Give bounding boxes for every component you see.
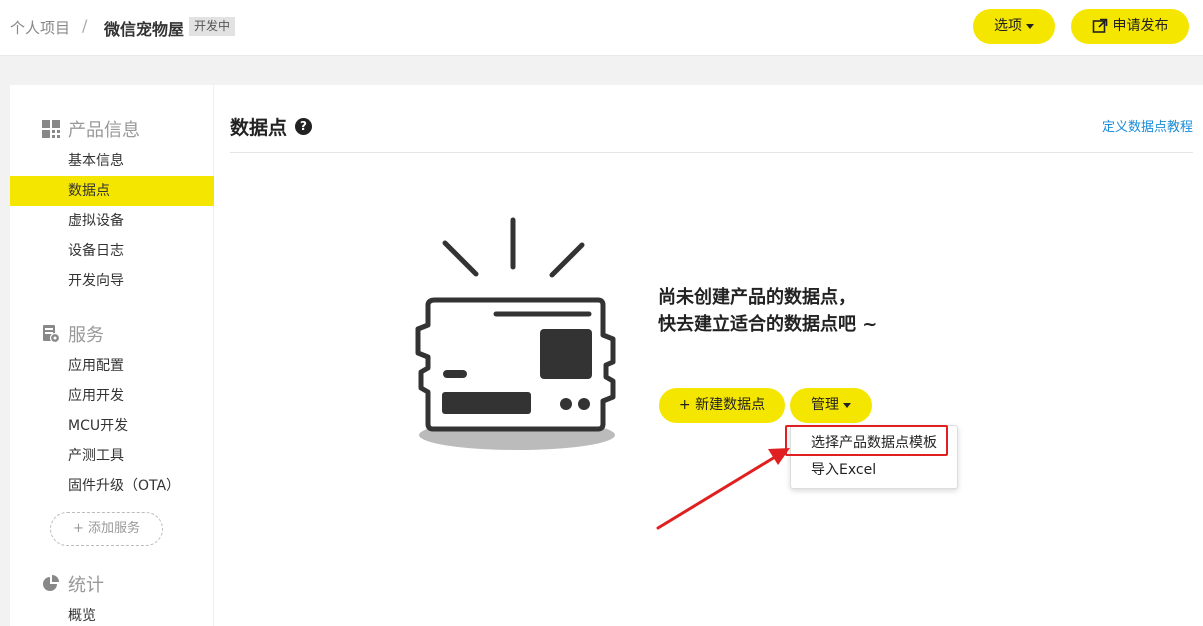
publish-button[interactable]: 申请发布 (1071, 9, 1189, 44)
empty-device-illustration (415, 217, 616, 450)
sidebar-item-production-test[interactable]: 产测工具 (10, 441, 214, 471)
help-icon[interactable]: ? (295, 118, 313, 135)
manage-button[interactable]: 管理 (790, 388, 872, 423)
section-product-info: 产品信息 (42, 116, 140, 142)
external-link-icon (1092, 18, 1107, 33)
grid-icon (42, 120, 60, 138)
sidebar-item-virtual-device[interactable]: 虚拟设备 (10, 206, 214, 236)
publish-button-label: 申请发布 (1112, 18, 1169, 34)
status-badge: 开发中 (189, 17, 236, 36)
sidebar-item-app-config[interactable]: 应用配置 (10, 351, 214, 381)
top-bar: 个人项目 / 微信宠物屋 开发中 选项 申请发布 (0, 0, 1203, 56)
breadcrumb-personal-projects[interactable]: 个人项目 (10, 17, 70, 38)
section-title: 统计 (68, 575, 104, 596)
options-button-label: 选项 (994, 18, 1022, 34)
new-datapoint-button[interactable]: + 新建数据点 (659, 388, 785, 423)
page-title: 数据点 ? (230, 113, 313, 140)
menu-item-import-excel[interactable]: 导入Excel (791, 457, 957, 484)
section-statistics: 统计 (42, 571, 104, 597)
project-name: 微信宠物屋 (104, 20, 185, 39)
sidebar: 产品信息 基本信息 数据点 虚拟设备 设备日志 开发向导 服务 应用配置 应用开… (10, 85, 214, 626)
pie-chart-icon (42, 575, 60, 593)
sidebar-item-ota[interactable]: 固件升级（OTA） (10, 471, 214, 501)
add-service-button[interactable]: + 添加服务 (50, 512, 163, 546)
empty-state-line2: 快去建立适合的数据点吧 ~ (658, 314, 878, 335)
sidebar-item-overview[interactable]: 概览 (10, 601, 214, 626)
section-title: 服务 (68, 325, 104, 346)
breadcrumb-separator: / (82, 16, 88, 35)
sidebar-item-mcu-dev[interactable]: MCU开发 (10, 411, 214, 441)
service-icon (42, 325, 60, 343)
page-title-text: 数据点 (230, 117, 288, 139)
main-content: 数据点 ? 定义数据点教程 尚未创建产品的数据点， 快去建立适合的数据点吧 ~ … (230, 85, 1193, 626)
empty-state-line1: 尚未创建产品的数据点， (658, 287, 856, 308)
options-button[interactable]: 选项 (973, 9, 1055, 44)
section-services: 服务 (42, 321, 104, 347)
template-highlight-box (785, 425, 948, 456)
manage-button-label: 管理 (811, 397, 839, 413)
sidebar-item-app-dev[interactable]: 应用开发 (10, 381, 214, 411)
sidebar-item-datapoints[interactable]: 数据点 (10, 176, 214, 206)
caret-down-icon (843, 402, 851, 408)
annotation-arrow (656, 448, 790, 530)
sidebar-item-basic-info[interactable]: 基本信息 (10, 146, 214, 176)
divider (230, 152, 1193, 153)
datapoint-tutorial-link[interactable]: 定义数据点教程 (1102, 116, 1193, 135)
sidebar-item-device-log[interactable]: 设备日志 (10, 236, 214, 266)
sidebar-item-dev-guide[interactable]: 开发向导 (10, 266, 214, 296)
empty-state-message: 尚未创建产品的数据点， 快去建立适合的数据点吧 ~ (658, 284, 877, 338)
section-title: 产品信息 (68, 120, 140, 141)
caret-down-icon (1026, 23, 1034, 29)
